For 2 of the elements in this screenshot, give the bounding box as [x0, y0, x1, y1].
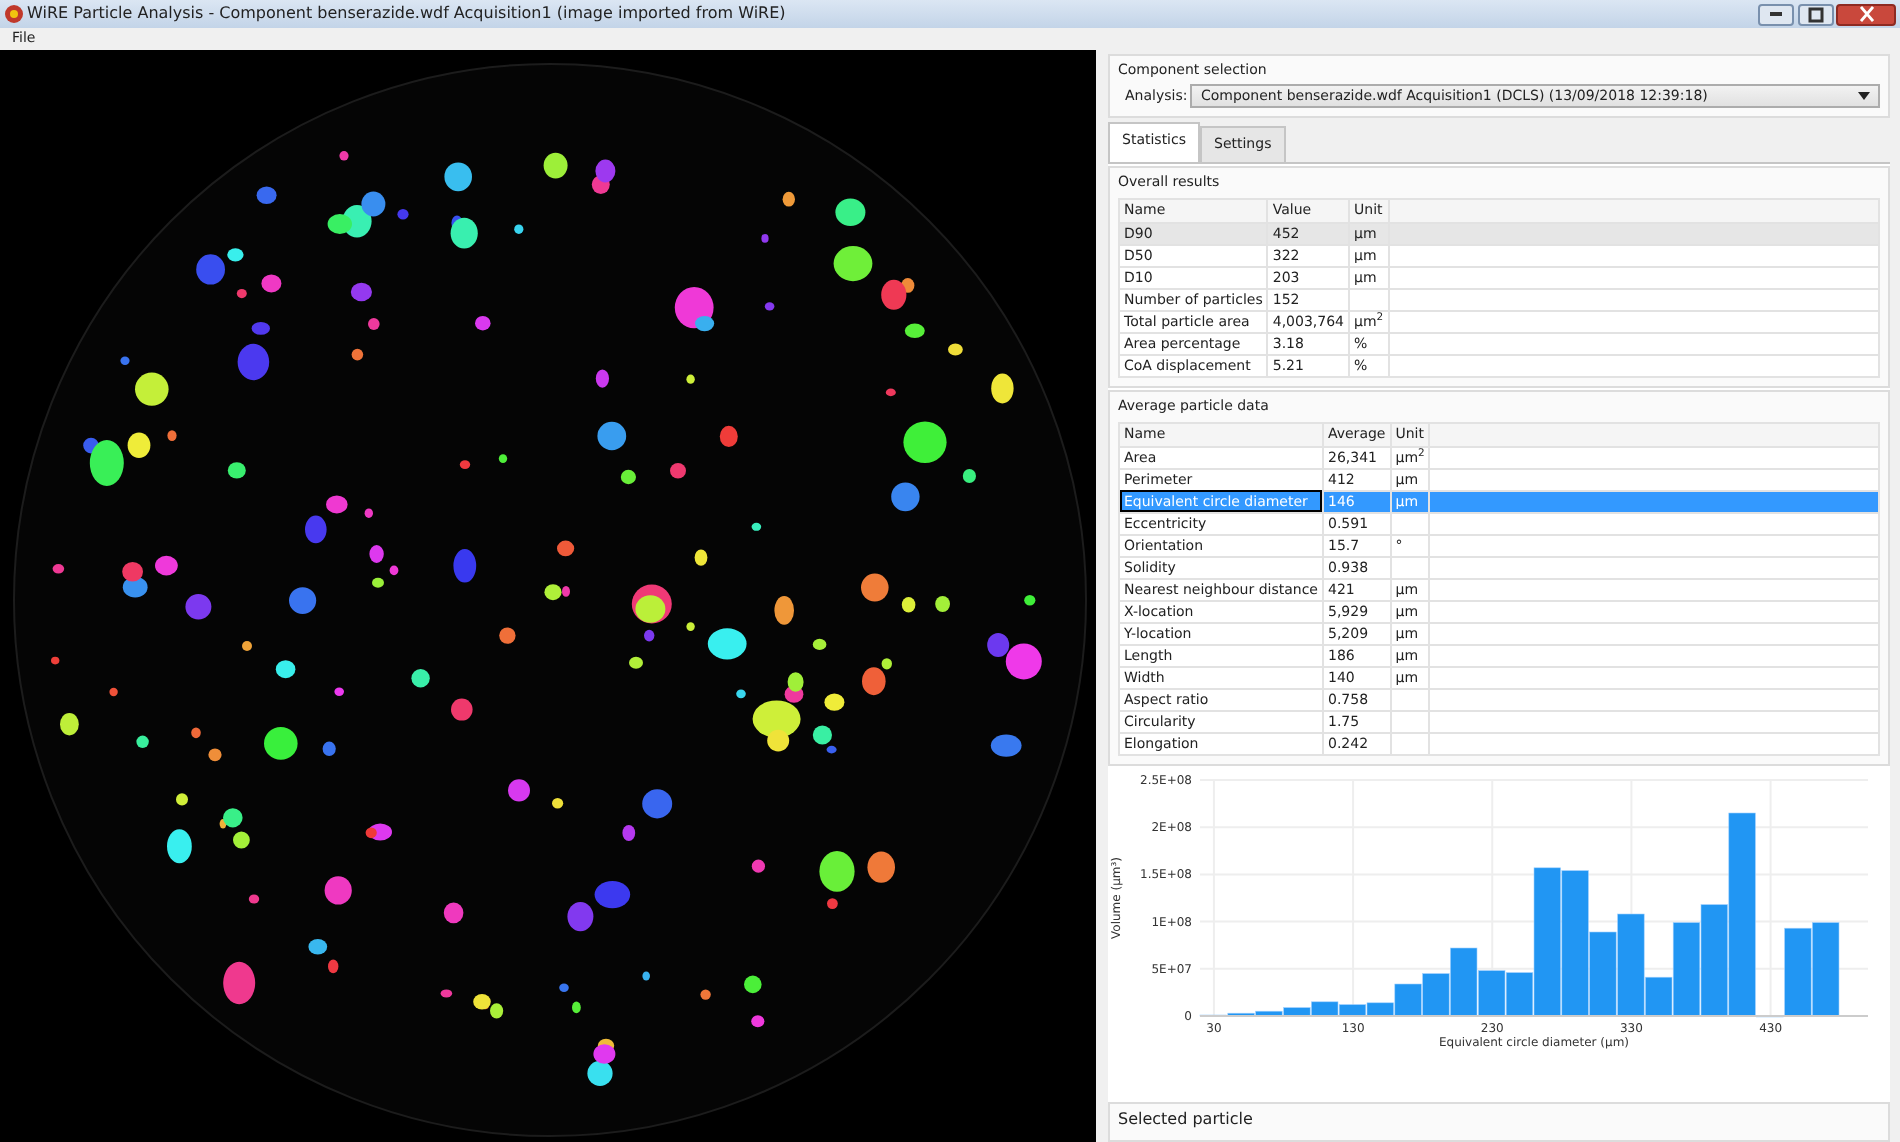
window-title: WiRE Particle Analysis - Component benserazide.wdf Acquisition1 (image imported from WiRE) — [27, 2, 786, 26]
group-title: Selected particle — [1118, 1108, 1255, 1132]
